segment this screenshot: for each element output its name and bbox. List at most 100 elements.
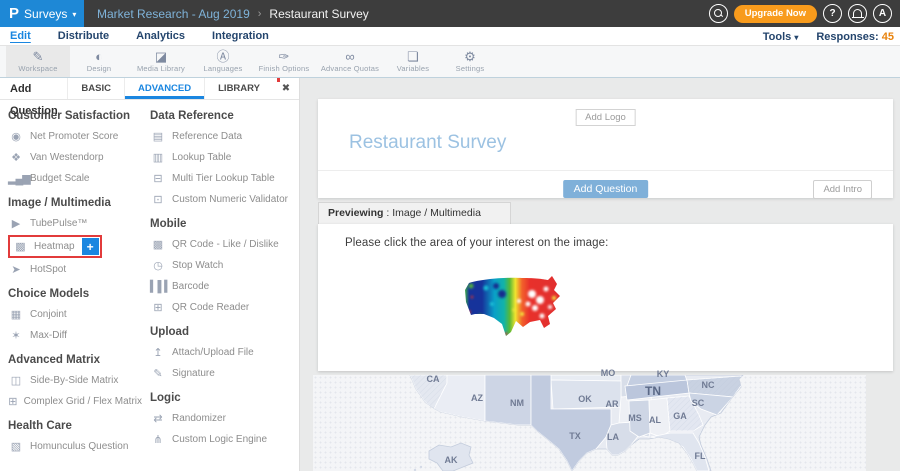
surveys-menu-button[interactable]: P Surveys ▾ [0,0,84,27]
question-type-van-westendorp[interactable]: ❖Van Westendorp [8,147,142,168]
heatmap-image-icon: ▩ [13,240,28,253]
question-type-signature[interactable]: ✎ Signature [150,363,298,384]
toolbar-item-settings[interactable]: ⚙Settings [442,46,498,77]
question-type-lookup-table[interactable]: ▥Lookup Table [150,147,298,168]
question-type-label: TubePulse™ [30,218,87,229]
toolbar-item-media-library[interactable]: ◪Media Library [128,46,194,77]
topbar-actions: Upgrade Now ? A [709,0,892,27]
toolbar-item-label: Languages [194,64,252,73]
product-label: Surveys [24,7,67,21]
questionpro-survey-editor: P Surveys ▾ Market Research - Aug 2019 ›… [0,0,900,471]
panel-tab-library[interactable]: LIBRARY [204,78,273,99]
question-type-conjoint[interactable]: ▦Conjoint [8,304,142,325]
nav-tab-integration[interactable]: Integration [212,27,269,45]
question-type-barcode[interactable]: ▍▌▍Barcode [150,276,298,297]
nps-icon: ◉ [8,130,23,143]
homunculus-icon: ▧ [8,440,23,453]
section-heading-advanced-matrix: Advanced Matrix [8,354,142,366]
add-logo-button[interactable]: Add Logo [575,109,636,126]
question-type-label: Signature [172,368,215,379]
heatmap-usa-image[interactable] [462,274,579,340]
red-tick [277,78,280,82]
question-type-label: Barcode [172,281,209,292]
toolbar-item-design[interactable]: ◐Design [70,46,128,77]
question-type-budget-scale[interactable]: ▂▄▆Budget Scale [8,168,142,189]
question-type-label: Stop Watch [172,260,223,271]
question-type-complex-grid-flex-matrix[interactable]: ⊞Complex Grid / Flex Matrix [8,391,142,412]
question-type-label: Net Promoter Score [30,131,118,142]
workspace-icon: ✎ [6,49,70,64]
question-type-hotspot[interactable]: ➤HotSpot [8,259,142,280]
nav-tab-distribute[interactable]: Distribute [58,27,109,45]
settings-gear-icon: ⚙ [442,49,498,64]
question-type-attach-upload-file[interactable]: ↥Attach/Upload File [150,342,298,363]
section-heading-upload: Upload [150,326,298,338]
toolbar-item-finish-options[interactable]: ✑Finish Options [252,46,316,77]
responses-count: 45 [882,31,894,43]
add-heatmap-plus-button[interactable]: + [82,238,99,255]
toolbar-item-advance-quotas[interactable]: ∞Advance Quotas [316,46,384,77]
question-type-custom-numeric-validator[interactable]: ⊡ Custom Numeric Validator [150,189,298,210]
question-type-side-by-side-matrix[interactable]: ◫Side-By-Side Matrix [8,370,142,391]
nav-tab-edit[interactable]: Edit [10,27,31,45]
search-button[interactable] [709,4,728,23]
notifications-button[interactable] [848,4,867,23]
question-type-label: Van Westendorp [30,152,104,163]
panel-tab-basic[interactable]: BASIC [67,78,124,99]
top-bar: P Surveys ▾ Market Research - Aug 2019 ›… [0,0,900,27]
question-types-column-1: Customer Satisfaction ◉ Net Promoter Score… [8,102,142,457]
breadcrumb-separator: › [258,8,262,20]
qr-like-dislike-icon: ▩ [150,238,165,251]
toolbar-item-label: Advance Quotas [316,64,384,73]
question-type-label: Custom Numeric Validator [172,194,288,205]
add-intro-button[interactable]: Add Intro [813,180,872,199]
variables-tag-icon: ❏ [384,49,442,64]
editor-toolbar: ✎Workspace◐Design◪Media LibraryⒶLanguage… [0,46,900,78]
survey-nav: Edit Distribute Analytics Integration Tools… [0,27,900,46]
question-text: Please click the area of your interest o… [345,237,608,249]
question-type-label: QR Code Reader [172,302,249,313]
magic-wand-icon: ✶ [8,329,23,342]
toolbar-item-label: Workspace [6,64,70,73]
numeric-validator-icon: ⊡ [150,193,165,206]
responses-counter[interactable]: Responses: 45 [816,31,894,43]
toolbar-item-variables[interactable]: ❏Variables [384,46,442,77]
conjoint-grid-icon: ▦ [8,308,23,321]
question-type-max-diff[interactable]: ✶Max-Diff [8,325,142,346]
toolbar-item-languages[interactable]: ⒶLanguages [194,46,252,77]
account-avatar[interactable]: A [873,4,892,23]
panel-title: Add Question [0,78,67,99]
question-type-qr-code-reader[interactable]: ⊞ QR Code Reader [150,297,298,318]
question-type-stop-watch[interactable]: ◷Stop Watch [150,255,298,276]
tools-menu[interactable]: Tools ▾ [763,31,799,43]
question-type-homunculus-question[interactable]: ▧ Homunculus Question [8,436,142,457]
question-type-tubepulse[interactable]: ▶TubePulse™ [8,213,142,234]
logic-engine-icon: ⋔ [150,433,165,446]
question-type-label: Side-By-Side Matrix [30,375,118,386]
survey-canvas: Add Logo Restaurant Survey Add Question … [300,78,900,471]
section-heading-data-reference: Data Reference [150,110,298,122]
toolbar-items: ✎Workspace◐Design◪Media LibraryⒶLanguage… [6,46,498,77]
toolbar-item-workspace[interactable]: ✎Workspace [6,46,70,77]
question-type-label: Homunculus Question [30,441,128,452]
panel-tab-advanced[interactable]: ADVANCED [124,78,204,99]
question-type-reference-data[interactable]: ▤Reference Data [150,126,298,147]
qr-reader-icon: ⊞ [150,301,165,314]
add-question-button[interactable]: Add Question [563,180,649,198]
breadcrumb-folder[interactable]: Market Research - Aug 2019 [97,7,250,21]
question-type-multi-tier-lookup-table[interactable]: ⊟Multi Tier Lookup Table [150,168,298,189]
help-button[interactable]: ? [823,4,842,23]
question-type-heatmap-highlighted[interactable]: ▩Heatmap+ [8,235,102,258]
nav-tab-analytics[interactable]: Analytics [136,27,185,45]
survey-title[interactable]: Restaurant Survey [349,132,506,154]
question-type-custom-logic-engine[interactable]: ⋔Custom Logic Engine [150,429,298,450]
bell-icon [853,9,862,17]
randomizer-shuffle-icon: ⇄ [150,412,165,425]
upgrade-now-button[interactable]: Upgrade Now [734,5,817,23]
panel-tabs: BASICADVANCEDLIBRARY [67,78,273,99]
section-heading-customer-satisfaction: Customer Satisfaction [8,110,142,122]
question-type-randomizer[interactable]: ⇄Randomizer [150,408,298,429]
question-type-net-promoter-score[interactable]: ◉ Net Promoter Score [8,126,142,147]
signature-icon: ✎ [150,367,165,380]
question-type-qr-code-like-dislike[interactable]: ▩QR Code - Like / Dislike [150,234,298,255]
